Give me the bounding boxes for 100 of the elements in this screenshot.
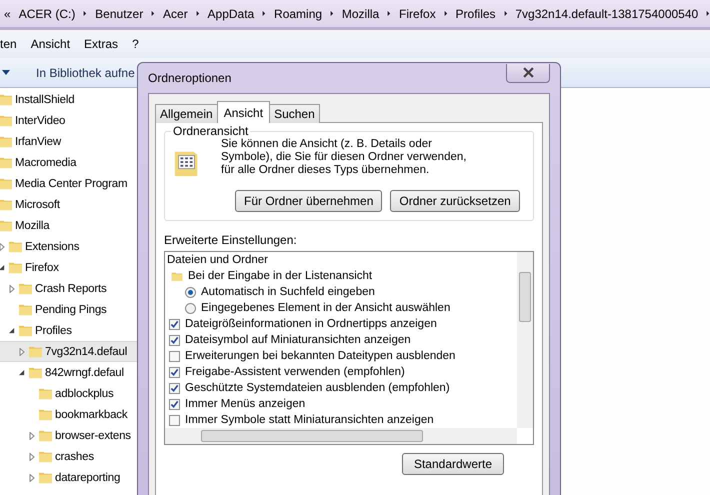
breadcrumb-item[interactable]: Mozilla <box>342 6 380 20</box>
folder-icon <box>171 270 183 282</box>
tree-item[interactable]: Media Center Program <box>0 173 137 194</box>
expand-arrow-icon[interactable] <box>29 474 35 482</box>
close-button[interactable] <box>506 64 550 82</box>
chevron-right-icon[interactable] <box>262 10 266 17</box>
radio-button[interactable] <box>185 302 196 314</box>
vertical-scrollbar[interactable] <box>517 252 533 428</box>
breadcrumb-item[interactable]: Acer <box>163 6 188 20</box>
overflow-chevron[interactable]: « <box>4 6 11 20</box>
folder-icon <box>0 219 13 232</box>
folder-icon <box>0 156 13 169</box>
folder-icon <box>38 429 53 442</box>
tree-item[interactable]: Extensions <box>0 236 137 257</box>
tree-item[interactable]: InstallShield <box>0 89 137 110</box>
tree-item[interactable]: InterVideo <box>0 110 137 131</box>
collapse-arrow-icon[interactable] <box>9 326 15 334</box>
breadcrumb-item[interactable]: Roaming <box>274 6 322 20</box>
chevron-right-icon[interactable] <box>504 10 508 17</box>
checkbox-label[interactable]: Erweiterungen bei bekannten Dateitypen ausblenden <box>185 350 456 362</box>
tree-item[interactable]: 7vg32n14.defaul <box>0 341 137 362</box>
defaults-button[interactable]: Standardwerte <box>402 453 504 475</box>
expand-arrow-icon[interactable] <box>29 432 35 440</box>
tree-item[interactable]: adblockplus <box>0 383 137 404</box>
description-text: Sie können die Ansicht (z. B. Details oder Symbole), die Sie für diesen Ordner verwenden, für alle Ordner dieses Typs übernehmen. <box>221 138 468 178</box>
tree-item[interactable]: 842wrngf.defaul <box>0 362 137 383</box>
tree-item[interactable]: Mozilla <box>0 215 137 236</box>
tree-item[interactable]: Pending Pings <box>0 299 137 320</box>
tab[interactable]: Allgemein <box>155 104 218 123</box>
chevron-right-icon[interactable] <box>706 10 710 17</box>
menu-item[interactable]: Extras <box>77 37 126 51</box>
checkbox[interactable] <box>169 414 180 426</box>
collapse-arrow-icon[interactable] <box>19 368 25 376</box>
folder-icon <box>8 240 23 253</box>
tree-item[interactable]: Microsoft <box>0 194 137 215</box>
expand-arrow-icon[interactable] <box>29 452 35 460</box>
tree-item[interactable]: datareporting <box>0 467 137 488</box>
tree-item[interactable]: Crash Reports <box>0 278 137 299</box>
expand-arrow-icon[interactable] <box>19 348 25 356</box>
menu-item[interactable]: ten <box>0 37 24 51</box>
tree-item[interactable]: bookmarkback <box>0 404 137 425</box>
action-button[interactable]: Ordner zurücksetzen <box>390 190 520 212</box>
tree-item[interactable]: Profiles <box>0 320 137 341</box>
menu-item[interactable]: ? <box>125 37 146 51</box>
group-title: Ordneransicht <box>171 124 250 138</box>
action-button[interactable]: Für Ordner übernehmen <box>235 190 382 212</box>
checkbox-label[interactable]: Dateigrößeinformationen in Ordnertipps anzeigen <box>185 318 437 330</box>
horizontal-scrollbar[interactable] <box>165 428 517 444</box>
chevron-right-icon[interactable] <box>83 10 88 17</box>
checkbox[interactable] <box>169 334 180 346</box>
folder-icon <box>0 93 13 106</box>
folder-icon <box>38 408 53 421</box>
folder-icon <box>38 450 53 463</box>
chevron-right-icon[interactable] <box>151 10 156 17</box>
radio-label[interactable]: Automatisch in Suchfeld eingeben <box>201 286 375 298</box>
tab[interactable]: Ansicht <box>216 101 270 123</box>
tree-item[interactable]: Macromedia <box>0 152 137 173</box>
collapse-arrow-icon[interactable] <box>0 264 5 272</box>
checkbox-label[interactable]: Dateisymbol auf Miniaturansichten anzeigen <box>185 334 411 346</box>
breadcrumb-item[interactable]: Benutzer <box>95 6 144 20</box>
checkbox[interactable] <box>169 382 180 394</box>
menu-item[interactable]: Ansicht <box>24 37 78 51</box>
tree-item[interactable]: crashes <box>0 446 137 467</box>
folder-icon <box>28 345 43 358</box>
breadcrumb-item[interactable]: Profiles <box>456 6 496 20</box>
tree-item[interactable]: browser-extens <box>0 425 137 446</box>
checkbox-label[interactable]: Immer Symbole statt Miniaturansichten anzeigen <box>185 414 434 426</box>
category-label: Dateien und Ordner <box>167 254 268 266</box>
checkbox[interactable] <box>169 318 180 330</box>
breadcrumb-item[interactable]: AppData <box>208 6 254 20</box>
dropdown-arrow-icon[interactable] <box>2 70 10 75</box>
chevron-right-icon[interactable] <box>196 10 200 17</box>
tree-item[interactable]: Firefox <box>0 257 137 278</box>
setting-group-label: Bei der Eingabe in der Listenansicht <box>188 270 372 282</box>
expand-arrow-icon[interactable] <box>9 284 15 292</box>
chevron-right-icon[interactable] <box>444 10 448 17</box>
breadcrumb-item[interactable]: 7vg32n14.default-1381754000540 <box>515 6 698 20</box>
breadcrumb-item[interactable]: ACER (C:) <box>18 6 76 20</box>
radio-button[interactable] <box>185 286 196 298</box>
radio-label[interactable]: Eingegebenes Element in der Ansicht auswählen <box>201 302 450 314</box>
folder-icon <box>18 324 33 337</box>
breadcrumb-item[interactable]: Firefox <box>399 6 436 20</box>
close-icon <box>522 67 534 78</box>
chevron-right-icon[interactable] <box>330 10 334 17</box>
tree-item[interactable]: IrfanView <box>0 131 137 152</box>
checkbox[interactable] <box>169 350 180 362</box>
checkbox[interactable] <box>169 398 180 410</box>
checkbox[interactable] <box>169 366 180 378</box>
checkbox-label[interactable]: Immer Menüs anzeigen <box>185 398 306 410</box>
expand-arrow-icon[interactable] <box>0 242 5 250</box>
toolbar-button[interactable]: In Bibliothek aufne <box>36 66 135 80</box>
address-bar[interactable]: « ACER (C:) Benutzer Acer AppData Roaming Mozilla Firefox Profiles 7vg32n14.default-1381754000540 <box>0 0 710 30</box>
folder-icon <box>28 366 43 379</box>
folder-icon <box>0 114 13 127</box>
chevron-right-icon[interactable] <box>387 10 392 17</box>
tab[interactable]: Suchen <box>269 104 320 123</box>
checkbox-label[interactable]: Freigabe-Assistent verwenden (empfohlen) <box>185 366 405 378</box>
folder-icon <box>18 303 33 316</box>
folder-icon <box>0 198 13 211</box>
checkbox-label[interactable]: Geschützte Systemdateien ausblenden (empfohlen) <box>185 382 450 394</box>
